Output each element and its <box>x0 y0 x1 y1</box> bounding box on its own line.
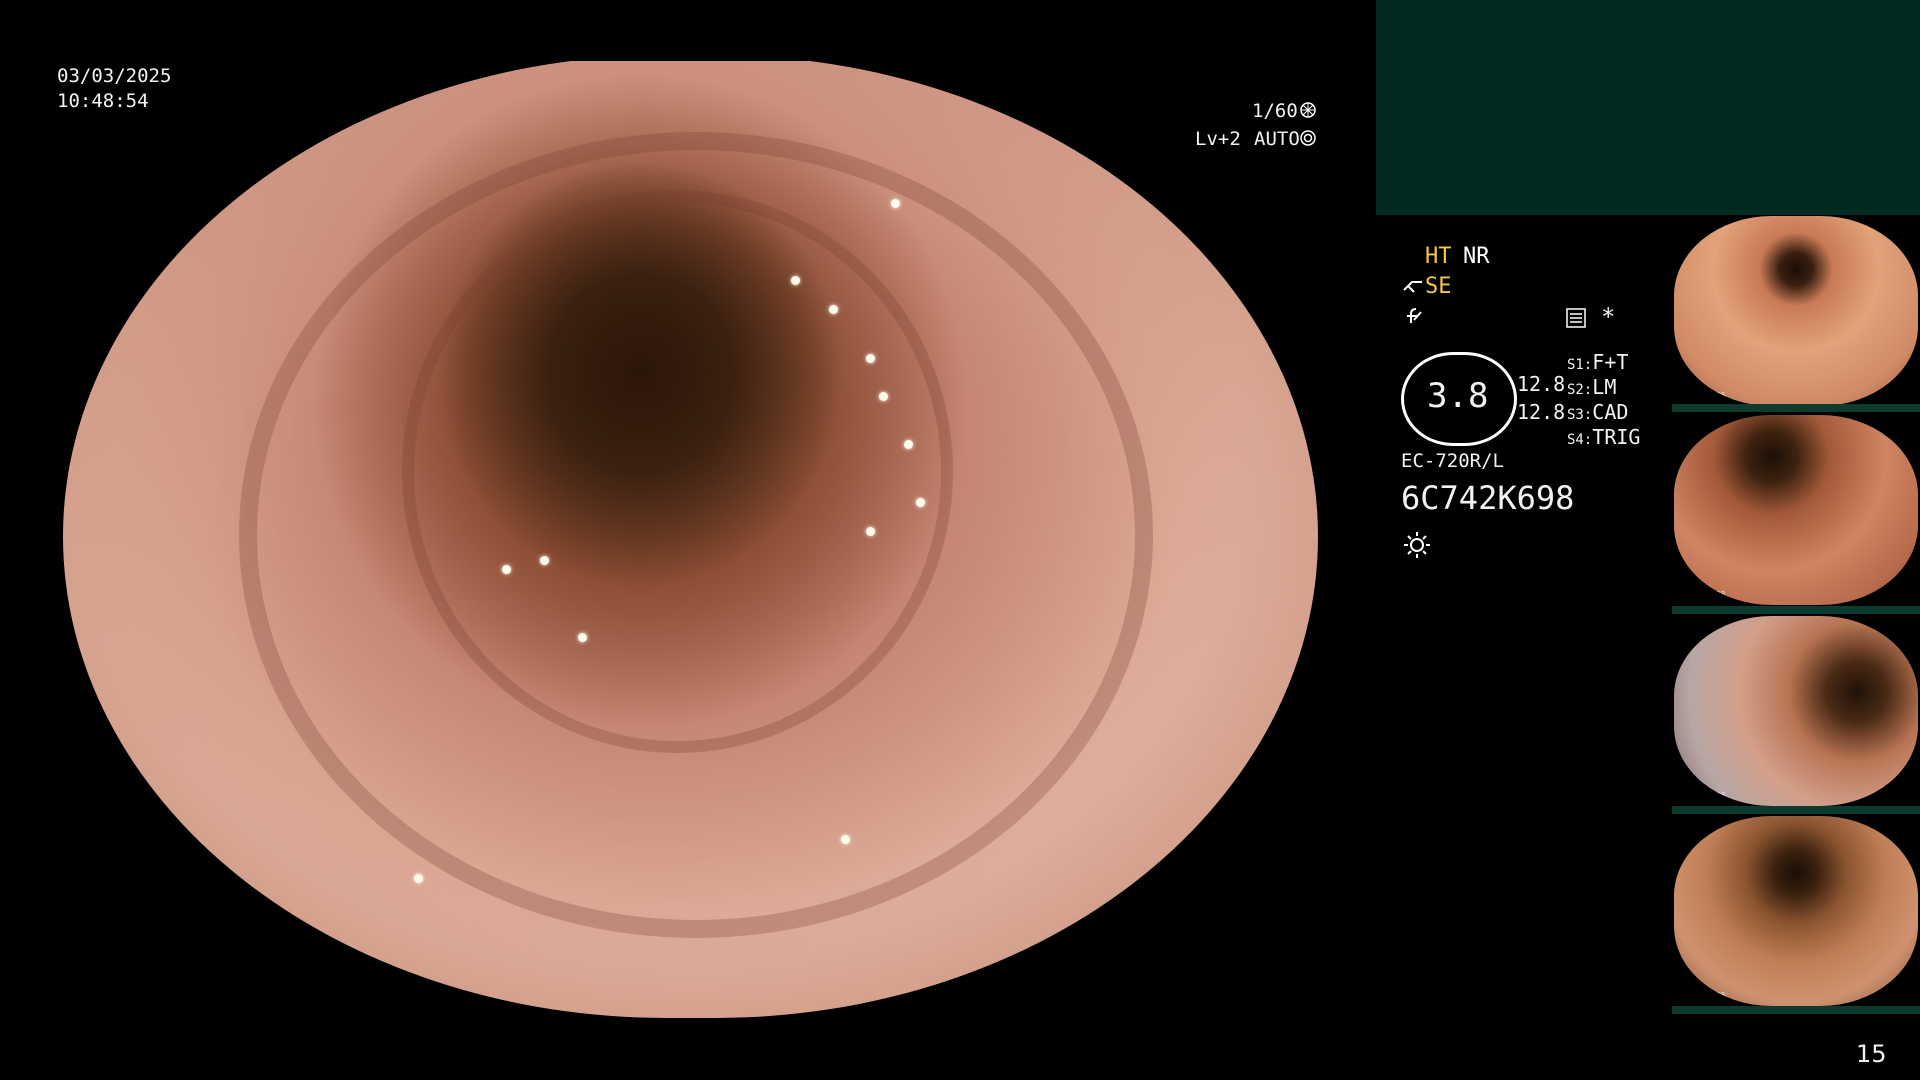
thumbnail-serial: 6C742K698 <box>1682 991 1726 1000</box>
switch-label: TRIG <box>1592 425 1641 449</box>
switch-key: S1: <box>1567 357 1593 373</box>
iris-icon <box>1300 130 1316 146</box>
value-b: 12.8 <box>1517 400 1566 424</box>
switch-key: S2: <box>1567 382 1593 398</box>
light-reflection <box>288 112 298 122</box>
iris-mode: AUTO <box>1254 128 1300 150</box>
switch-key: S4: <box>1567 432 1593 448</box>
scope-serial: 6C742K698 <box>1401 479 1575 517</box>
gauge-value: 3.8 <box>1427 376 1489 416</box>
switch-label: F+T <box>1592 350 1629 374</box>
switch-label: LM <box>1592 375 1617 399</box>
mucosal-fold-inner <box>401 189 953 754</box>
endoscope-main-view <box>63 61 1318 1018</box>
light-reflection <box>878 392 888 402</box>
thumbnail-capture[interactable]: 6C742K698 <box>1674 816 1918 1006</box>
thumbnail-capture[interactable]: 6C742K698 <box>1674 415 1918 605</box>
thumbnail-image <box>1674 616 1918 806</box>
switch-row: S4:TRIG <box>1567 425 1640 450</box>
shutter-icon <box>1300 102 1316 118</box>
switch-key: S3: <box>1567 407 1593 423</box>
se-label: SE <box>1425 274 1452 299</box>
thumbnail-capture[interactable]: 6C742K698 <box>1674 216 1918 406</box>
light-reflection <box>414 873 424 883</box>
ht-label: HT <box>1425 244 1452 269</box>
function-icon <box>1404 306 1424 326</box>
date-label: 03/03/2025 <box>57 65 172 87</box>
thumbnail-divider <box>1672 806 1920 814</box>
thumbnail-serial: 6C742K698 <box>1682 791 1726 800</box>
light-reflection <box>866 526 876 536</box>
light-reflection <box>828 305 838 315</box>
switch-label: CAD <box>1592 400 1629 424</box>
thumbnail-image <box>1674 816 1918 1006</box>
light-reflection <box>866 353 876 363</box>
light-reflection <box>577 632 587 642</box>
time-label: 10:48:54 <box>57 90 149 112</box>
value-a: 12.8 <box>1517 372 1566 396</box>
thumbnail-serial: 6C742K698 <box>1682 391 1726 400</box>
thumbnail-serial: 6C742K698 <box>1682 590 1726 599</box>
thumbnail-divider <box>1672 606 1920 614</box>
scope-icon <box>1402 276 1424 296</box>
thumbnail-image <box>1674 216 1918 406</box>
switch-list: S1:F+T S2:LM S3:CAD S4:TRIG <box>1567 350 1640 450</box>
nr-label: NR <box>1463 244 1490 269</box>
thumbnail-image <box>1674 415 1918 605</box>
light-icon <box>1402 530 1432 560</box>
scope-model: EC-720R/L <box>1401 450 1504 472</box>
info-panel-blank <box>1376 0 1920 215</box>
thumbnail-capture[interactable]: 6C742K698 <box>1674 616 1918 806</box>
thumbnail-divider <box>1672 404 1920 412</box>
shutter-speed: 1/60 <box>1252 100 1298 122</box>
memory-icon <box>1566 308 1586 328</box>
light-reflection <box>903 440 913 450</box>
image-count: 15 <box>1856 1040 1887 1068</box>
asterisk-icon: * <box>1601 303 1616 331</box>
switch-row: S2:LM <box>1567 375 1640 400</box>
switch-row: S3:CAD <box>1567 400 1640 425</box>
thumbnail-divider <box>1672 1006 1920 1014</box>
switch-row: S1:F+T <box>1567 350 1640 375</box>
level-label: Lv+2 <box>1195 128 1241 150</box>
light-reflection <box>539 555 549 565</box>
